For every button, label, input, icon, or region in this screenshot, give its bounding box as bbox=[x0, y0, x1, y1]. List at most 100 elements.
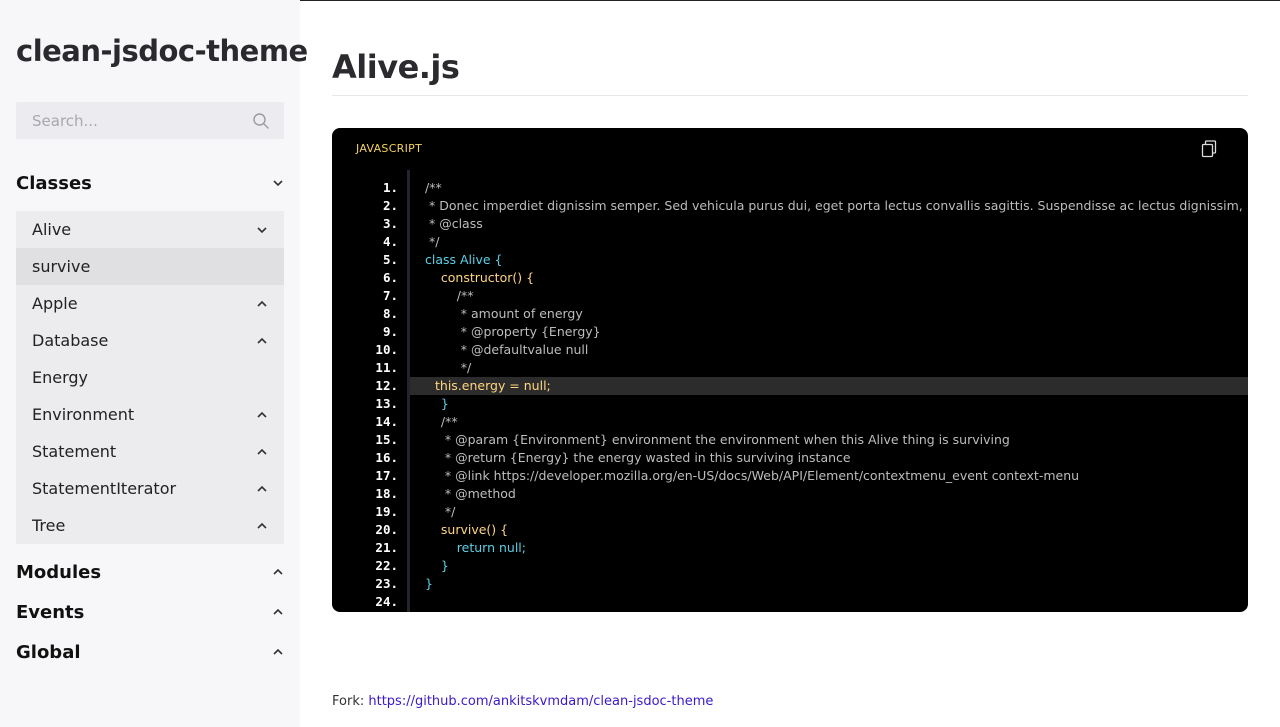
line-number: 3. bbox=[382, 216, 398, 231]
code-line: 18. * @method bbox=[332, 485, 1248, 503]
class-item-statementiterator[interactable]: StatementIterator bbox=[16, 470, 284, 507]
line-number: 13. bbox=[375, 396, 398, 411]
code-text: */ bbox=[425, 234, 440, 249]
class-item-label: Energy bbox=[32, 368, 89, 387]
class-item-label: StatementIterator bbox=[32, 479, 177, 498]
code-text: * amount of energy bbox=[425, 306, 583, 321]
chevron-up-icon bbox=[257, 485, 267, 492]
class-item-environment[interactable]: Environment bbox=[16, 396, 284, 433]
line-number: 12. bbox=[375, 378, 398, 393]
code-text: */ bbox=[425, 504, 456, 519]
line-number: 22. bbox=[375, 558, 398, 573]
code-line: 21. return null; bbox=[332, 539, 1248, 557]
chevron-up-icon bbox=[257, 522, 267, 529]
code-text: } bbox=[425, 396, 449, 411]
footer: Fork: https://github.com/ankitskvmdam/cl… bbox=[332, 694, 713, 709]
code-line: 9. * @property {Energy} bbox=[332, 323, 1248, 341]
code-line: 3. * @class bbox=[332, 215, 1248, 233]
code-text: * @class bbox=[425, 216, 483, 231]
code-text: } bbox=[425, 576, 433, 591]
section-events[interactable]: Events bbox=[16, 599, 284, 625]
code-line: 15. * @param {Environment} environment t… bbox=[332, 431, 1248, 449]
chevron-up-icon bbox=[273, 608, 283, 615]
line-number: 6. bbox=[382, 270, 398, 285]
line-number: 7. bbox=[382, 288, 398, 303]
code-text: * @param {Environment} environment the e… bbox=[425, 432, 1010, 447]
code-line: 24. bbox=[332, 593, 1248, 611]
line-number: 10. bbox=[375, 342, 398, 357]
code-text: * @defaultvalue null bbox=[425, 342, 589, 357]
class-item-survive[interactable]: survive bbox=[16, 248, 284, 285]
title-divider bbox=[332, 95, 1248, 96]
code-line: 11. */ bbox=[332, 359, 1248, 377]
line-number: 14. bbox=[375, 414, 398, 429]
footer-prefix: Fork: bbox=[332, 694, 369, 709]
section-classes[interactable]: Classes bbox=[16, 170, 284, 196]
code-text: * Donec imperdiet dignissim semper. Sed … bbox=[425, 198, 1243, 213]
line-number: 15. bbox=[375, 432, 398, 447]
code-text: * @property {Energy} bbox=[425, 324, 601, 339]
class-item-label: Statement bbox=[32, 442, 117, 461]
section-modules[interactable]: Modules bbox=[16, 559, 284, 585]
search-box bbox=[16, 102, 284, 139]
class-item-tree[interactable]: Tree bbox=[16, 507, 284, 544]
search-input[interactable] bbox=[16, 102, 246, 139]
code-text: /** bbox=[425, 180, 442, 195]
code-text: * @return {Energy} the energy wasted in … bbox=[425, 450, 851, 465]
site-brand[interactable]: clean-jsdoc-theme bbox=[16, 34, 308, 68]
code-language-label: JAVASCRIPT bbox=[356, 142, 423, 155]
chevron-up-icon bbox=[257, 300, 267, 307]
code-text: constructor() { bbox=[425, 270, 535, 285]
line-number: 18. bbox=[375, 486, 398, 501]
copy-icon[interactable] bbox=[1201, 140, 1217, 158]
chevron-up-icon bbox=[273, 648, 283, 655]
code-text: } bbox=[425, 558, 449, 573]
class-item-label: Database bbox=[32, 331, 109, 350]
code-block: JAVASCRIPT 1. /** 2. * Donec imperdiet di… bbox=[332, 128, 1248, 612]
code-line: 1. /** bbox=[332, 179, 1248, 197]
line-number: 17. bbox=[375, 468, 398, 483]
code-text: * @link https://developer.mozilla.org/en… bbox=[425, 468, 1080, 483]
code-line: 10. * @defaultvalue null bbox=[332, 341, 1248, 359]
fork-link[interactable]: https://github.com/ankitskvmdam/clean-js… bbox=[368, 694, 713, 709]
chevron-up-icon bbox=[257, 411, 267, 418]
search-icon[interactable] bbox=[252, 112, 270, 130]
page-title: Alive.js bbox=[332, 48, 460, 86]
code-line: 19. */ bbox=[332, 503, 1248, 521]
code-line: 8. * amount of energy bbox=[332, 305, 1248, 323]
class-item-database[interactable]: Database bbox=[16, 322, 284, 359]
code-text: /** bbox=[425, 414, 458, 429]
code-line: 22. } bbox=[332, 557, 1248, 575]
code-line: 17. * @link https://developer.mozilla.or… bbox=[332, 467, 1248, 485]
class-item-alive[interactable]: Alive bbox=[16, 211, 284, 248]
code-line: 20. survive() { bbox=[332, 521, 1248, 539]
code-line: 6. constructor() { bbox=[332, 269, 1248, 287]
line-number: 1. bbox=[382, 180, 398, 195]
line-number: 19. bbox=[375, 504, 398, 519]
code-text: */ bbox=[425, 360, 472, 375]
class-item-label: Tree bbox=[32, 516, 66, 535]
line-number: 2. bbox=[382, 198, 398, 213]
chevron-up-icon bbox=[257, 337, 267, 344]
class-list: Alive survive Apple Database Energy Envi… bbox=[16, 211, 284, 544]
section-events-label: Events bbox=[16, 601, 85, 623]
chevron-down-icon bbox=[273, 180, 283, 187]
line-number: 23. bbox=[375, 576, 398, 591]
code-line: 7. /** bbox=[332, 287, 1248, 305]
section-global-label: Global bbox=[16, 641, 81, 663]
section-modules-label: Modules bbox=[16, 561, 102, 583]
line-number: 9. bbox=[382, 324, 398, 339]
section-global[interactable]: Global bbox=[16, 639, 284, 665]
code-line: 4. */ bbox=[332, 233, 1248, 251]
code-line-highlighted: 12. this.energy = null; bbox=[375, 377, 1248, 395]
code-line: 5. class Alive { bbox=[332, 251, 1248, 269]
line-number: 4. bbox=[382, 234, 398, 249]
code-line: 16. * @return {Energy} the energy wasted… bbox=[332, 449, 1248, 467]
code-text: return null; bbox=[425, 540, 526, 555]
class-item-apple[interactable]: Apple bbox=[16, 285, 284, 322]
class-item-statement[interactable]: Statement bbox=[16, 433, 284, 470]
line-number: 8. bbox=[382, 306, 398, 321]
code-line: 13. } bbox=[332, 395, 1248, 413]
class-item-energy[interactable]: Energy bbox=[16, 359, 284, 396]
